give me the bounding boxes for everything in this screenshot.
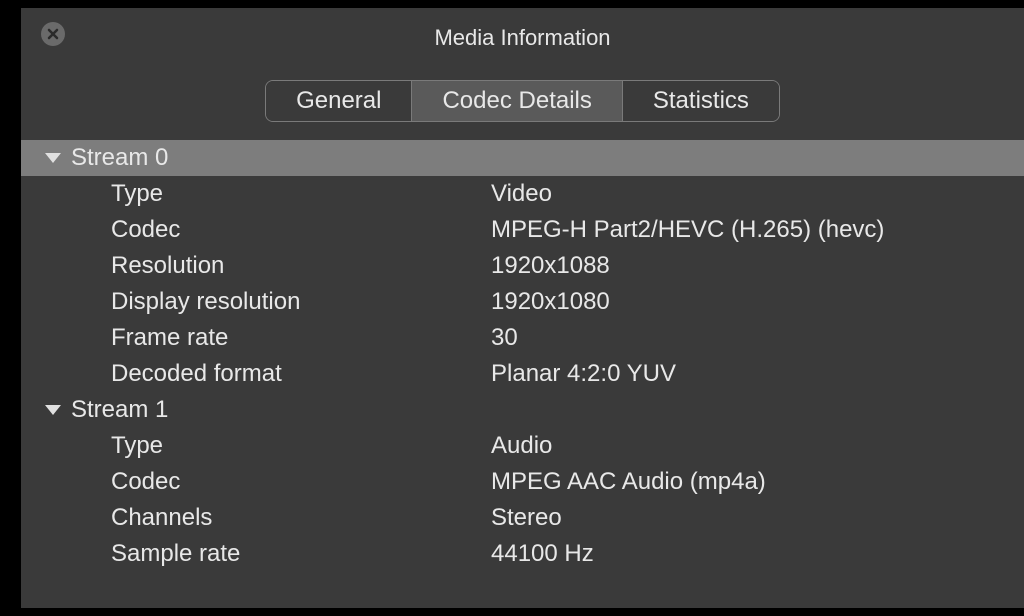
property-value: 30 xyxy=(491,324,1024,352)
table-row: Type Audio xyxy=(21,428,1024,464)
tab-codec-details[interactable]: Codec Details xyxy=(412,81,622,121)
property-label: Sample rate xyxy=(111,540,491,568)
tab-statistics[interactable]: Statistics xyxy=(623,81,779,121)
property-label: Codec xyxy=(111,468,491,496)
property-label: Display resolution xyxy=(111,288,491,316)
titlebar: Media Information xyxy=(21,8,1024,68)
property-label: Frame rate xyxy=(111,324,491,352)
stream-1-header[interactable]: Stream 1 xyxy=(21,392,1024,428)
property-value: Audio xyxy=(491,432,1024,460)
codec-details-content: Stream 0 Type Video Codec MPEG-H Part2/H… xyxy=(21,140,1024,572)
property-value: 1920x1088 xyxy=(491,252,1024,280)
property-value: 1920x1080 xyxy=(491,288,1024,316)
table-row: Codec MPEG-H Part2/HEVC (H.265) (hevc) xyxy=(21,212,1024,248)
property-value: MPEG-H Part2/HEVC (H.265) (hevc) xyxy=(491,216,1024,244)
table-row: Type Video xyxy=(21,176,1024,212)
table-row: Decoded format Planar 4:2:0 YUV xyxy=(21,356,1024,392)
table-row: Codec MPEG AAC Audio (mp4a) xyxy=(21,464,1024,500)
stream-0-header[interactable]: Stream 0 xyxy=(21,140,1024,176)
tab-general[interactable]: General xyxy=(266,81,412,121)
property-label: Codec xyxy=(111,216,491,244)
stream-label: Stream 0 xyxy=(71,144,168,172)
property-value: MPEG AAC Audio (mp4a) xyxy=(491,468,1024,496)
close-button[interactable] xyxy=(41,22,65,46)
property-label: Decoded format xyxy=(111,360,491,388)
property-value: Stereo xyxy=(491,504,1024,532)
stream-label: Stream 1 xyxy=(71,396,168,424)
property-value: Video xyxy=(491,180,1024,208)
tab-group: General Codec Details Statistics xyxy=(265,80,780,122)
table-row: Frame rate 30 xyxy=(21,320,1024,356)
table-row: Resolution 1920x1088 xyxy=(21,248,1024,284)
tab-bar: General Codec Details Statistics xyxy=(21,80,1024,122)
table-row: Display resolution 1920x1080 xyxy=(21,284,1024,320)
disclosure-triangle-icon xyxy=(45,153,61,163)
property-label: Resolution xyxy=(111,252,491,280)
property-label: Channels xyxy=(111,504,491,532)
property-value: Planar 4:2:0 YUV xyxy=(491,360,1024,388)
table-row: Channels Stereo xyxy=(21,500,1024,536)
close-icon xyxy=(46,27,60,41)
disclosure-triangle-icon xyxy=(45,405,61,415)
property-label: Type xyxy=(111,180,491,208)
window-title: Media Information xyxy=(21,25,1024,51)
property-label: Type xyxy=(111,432,491,460)
media-info-window: Media Information General Codec Details … xyxy=(21,8,1024,608)
table-row: Sample rate 44100 Hz xyxy=(21,536,1024,572)
property-value: 44100 Hz xyxy=(491,540,1024,568)
